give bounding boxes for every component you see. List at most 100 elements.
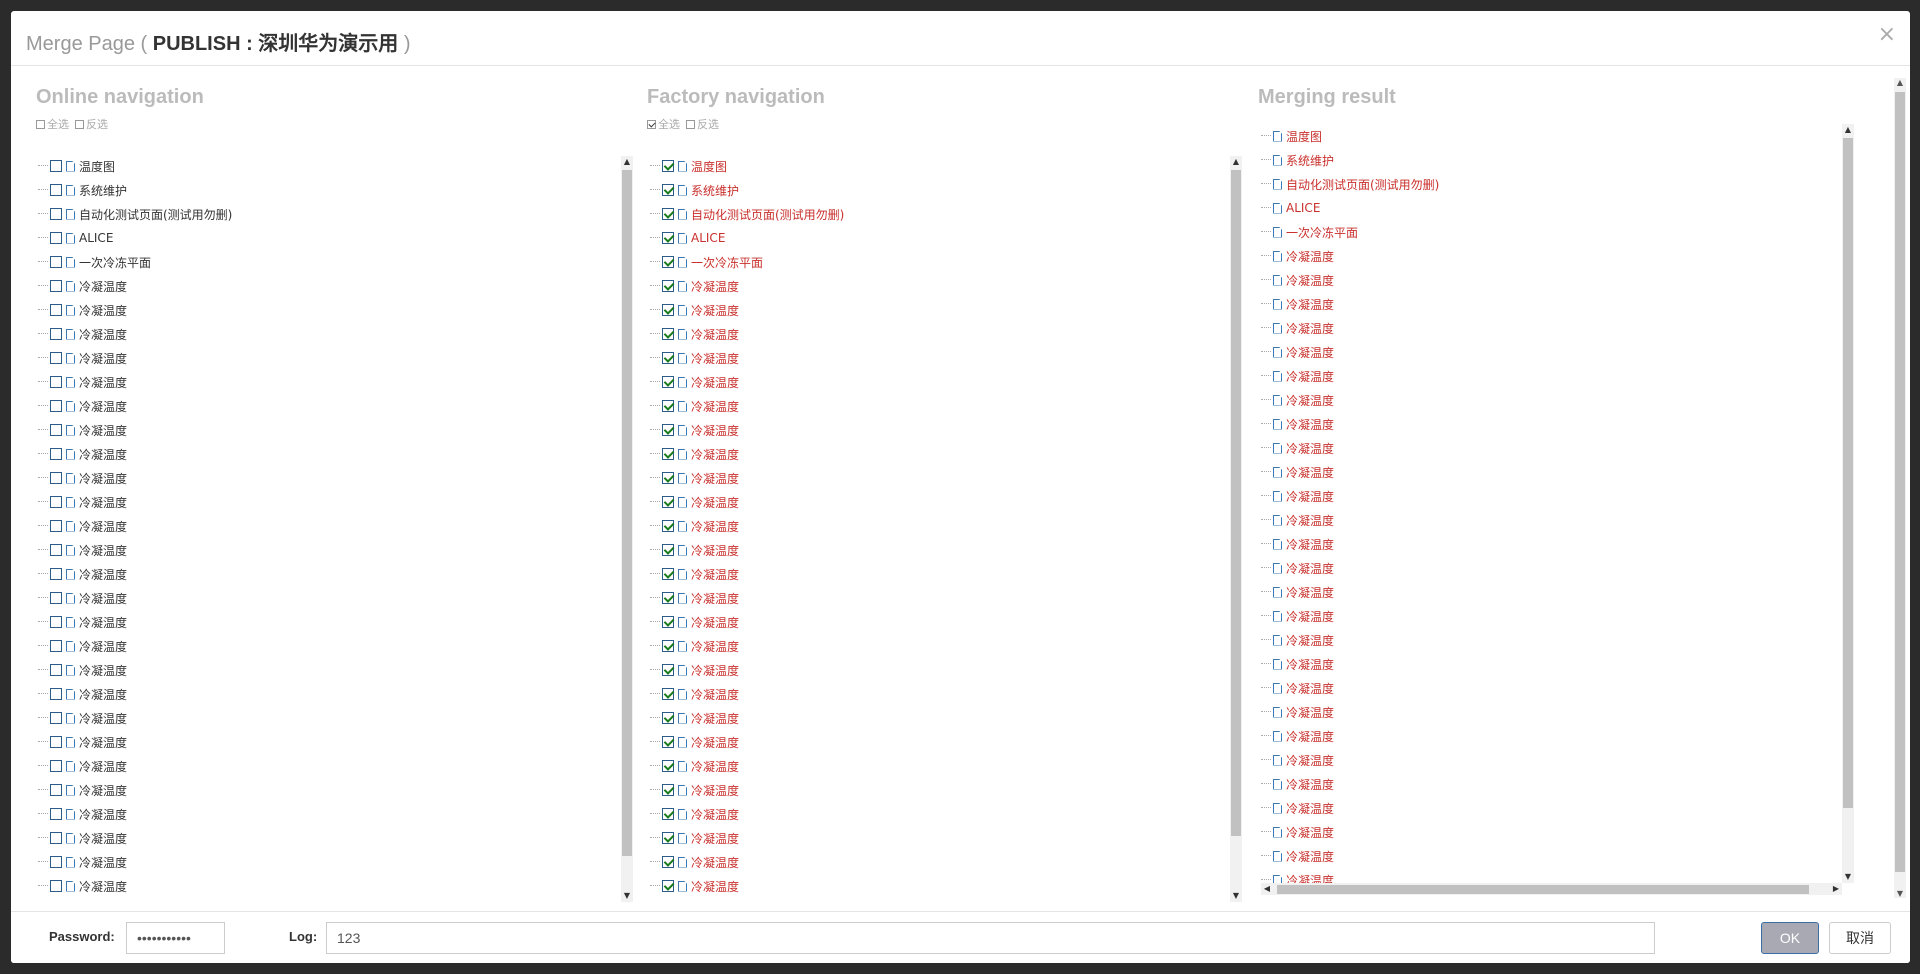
- tree-item[interactable]: 冷凝温度: [1261, 436, 1334, 460]
- tree-item-label[interactable]: 冷凝温度: [691, 902, 739, 903]
- tree-item-label[interactable]: 冷凝温度: [79, 806, 127, 823]
- item-checkbox[interactable]: [662, 544, 674, 556]
- item-checkbox[interactable]: [662, 808, 674, 820]
- tree-item-label[interactable]: 冷凝温度: [79, 350, 127, 367]
- ok-button[interactable]: OK: [1761, 922, 1819, 954]
- tree-item[interactable]: 一次冷冻平面: [1261, 220, 1358, 244]
- scroll-right-icon[interactable]: ▶: [1830, 883, 1842, 895]
- tree-item[interactable]: 冷凝温度: [38, 514, 127, 538]
- tree-item-label[interactable]: 系统维护: [691, 182, 739, 199]
- tree-item-label[interactable]: 冷凝温度: [691, 758, 739, 775]
- tree-item[interactable]: 冷凝温度: [38, 370, 127, 394]
- factory-select-all-checkbox[interactable]: [647, 119, 656, 129]
- online-select-all-label[interactable]: 全选: [47, 116, 69, 132]
- tree-item[interactable]: 冷凝温度: [1261, 868, 1334, 883]
- item-checkbox[interactable]: [50, 184, 62, 196]
- tree-item[interactable]: 冷凝温度: [1261, 292, 1334, 316]
- tree-item-label[interactable]: 冷凝温度: [79, 614, 127, 631]
- item-checkbox[interactable]: [50, 544, 62, 556]
- tree-item-label[interactable]: 冷凝温度: [79, 470, 127, 487]
- tree-item[interactable]: 冷凝温度: [650, 658, 739, 682]
- item-checkbox[interactable]: [662, 424, 674, 436]
- tree-item[interactable]: ALICE: [38, 226, 113, 250]
- tree-item[interactable]: 冷凝温度: [38, 586, 127, 610]
- tree-item-label[interactable]: 系统维护: [79, 182, 127, 199]
- item-checkbox[interactable]: [662, 208, 674, 220]
- tree-item-label[interactable]: 冷凝温度: [79, 878, 127, 895]
- scroll-left-icon[interactable]: ◀: [1261, 883, 1273, 895]
- tree-item-label[interactable]: 冷凝温度: [79, 830, 127, 847]
- item-checkbox[interactable]: [662, 760, 674, 772]
- tree-item-label[interactable]: 冷凝温度: [79, 782, 127, 799]
- tree-item[interactable]: 冷凝温度: [38, 850, 127, 874]
- tree-item-label[interactable]: 冷凝温度: [1286, 848, 1334, 865]
- item-checkbox[interactable]: [50, 304, 62, 316]
- scroll-thumb[interactable]: [622, 170, 632, 856]
- tree-item[interactable]: 冷凝温度: [1261, 796, 1334, 820]
- tree-item[interactable]: 冷凝温度: [38, 394, 127, 418]
- tree-item-label[interactable]: 冷凝温度: [691, 518, 739, 535]
- item-checkbox[interactable]: [50, 736, 62, 748]
- tree-item-label[interactable]: 冷凝温度: [1286, 440, 1334, 457]
- tree-item[interactable]: 冷凝温度: [1261, 412, 1334, 436]
- item-checkbox[interactable]: [50, 688, 62, 700]
- tree-item[interactable]: 冷凝温度: [1261, 676, 1334, 700]
- item-checkbox[interactable]: [662, 472, 674, 484]
- tree-item-label[interactable]: 冷凝温度: [691, 830, 739, 847]
- tree-item-label[interactable]: 一次冷冻平面: [1286, 224, 1358, 241]
- tree-item[interactable]: 冷凝温度: [38, 898, 127, 902]
- item-checkbox[interactable]: [50, 160, 62, 172]
- result-hscrollbar[interactable]: ◀ ▶: [1261, 883, 1842, 895]
- tree-item[interactable]: 冷凝温度: [38, 658, 127, 682]
- item-checkbox[interactable]: [662, 664, 674, 676]
- tree-item[interactable]: 冷凝温度: [650, 538, 739, 562]
- item-checkbox[interactable]: [50, 424, 62, 436]
- tree-item[interactable]: 冷凝温度: [1261, 580, 1334, 604]
- scroll-down-icon[interactable]: ▼: [1894, 889, 1906, 898]
- item-checkbox[interactable]: [662, 592, 674, 604]
- tree-item[interactable]: 冷凝温度: [1261, 604, 1334, 628]
- tree-item[interactable]: 冷凝温度: [1261, 772, 1334, 796]
- tree-item[interactable]: 冷凝温度: [38, 346, 127, 370]
- tree-item[interactable]: 自动化测试页面(测试用勿删): [1261, 172, 1439, 196]
- item-checkbox[interactable]: [662, 280, 674, 292]
- tree-item[interactable]: 冷凝温度: [650, 298, 739, 322]
- tree-item-label[interactable]: 冷凝温度: [691, 302, 739, 319]
- item-checkbox[interactable]: [50, 808, 62, 820]
- factory-invert-checkbox[interactable]: [686, 119, 695, 129]
- tree-item[interactable]: 冷凝温度: [650, 586, 739, 610]
- tree-item[interactable]: 冷凝温度: [38, 562, 127, 586]
- tree-item-label[interactable]: 温度图: [79, 158, 115, 175]
- tree-item[interactable]: 冷凝温度: [650, 370, 739, 394]
- tree-item[interactable]: 冷凝温度: [650, 514, 739, 538]
- item-checkbox[interactable]: [50, 760, 62, 772]
- tree-item-label[interactable]: 冷凝温度: [79, 374, 127, 391]
- item-checkbox[interactable]: [662, 640, 674, 652]
- tree-item[interactable]: 冷凝温度: [38, 322, 127, 346]
- tree-item[interactable]: 冷凝温度: [650, 802, 739, 826]
- tree-item-label[interactable]: 冷凝温度: [79, 302, 127, 319]
- tree-item-label[interactable]: 冷凝温度: [1286, 752, 1334, 769]
- tree-item[interactable]: 系统维护: [650, 178, 739, 202]
- tree-item[interactable]: 温度图: [1261, 124, 1322, 148]
- tree-item[interactable]: 系统维护: [1261, 148, 1334, 172]
- tree-item[interactable]: 冷凝温度: [38, 826, 127, 850]
- scroll-down-icon[interactable]: ▼: [1842, 871, 1854, 883]
- factory-scrollbar[interactable]: ▲ ▼: [1230, 156, 1242, 902]
- item-checkbox[interactable]: [50, 784, 62, 796]
- scroll-thumb[interactable]: [1843, 138, 1853, 808]
- tree-item-label[interactable]: 冷凝温度: [79, 686, 127, 703]
- tree-item-label[interactable]: 冷凝温度: [691, 542, 739, 559]
- tree-item[interactable]: 冷凝温度: [1261, 484, 1334, 508]
- tree-item[interactable]: ALICE: [1261, 196, 1320, 220]
- online-select-all-checkbox[interactable]: [36, 119, 45, 129]
- tree-item-label[interactable]: 温度图: [1286, 128, 1322, 145]
- item-checkbox[interactable]: [662, 304, 674, 316]
- tree-item-label[interactable]: 冷凝温度: [1286, 656, 1334, 673]
- item-checkbox[interactable]: [50, 496, 62, 508]
- tree-item-label[interactable]: 冷凝温度: [1286, 608, 1334, 625]
- item-checkbox[interactable]: [50, 592, 62, 604]
- item-checkbox[interactable]: [662, 352, 674, 364]
- tree-item[interactable]: 冷凝温度: [1261, 364, 1334, 388]
- scroll-up-icon[interactable]: ▲: [1894, 78, 1906, 87]
